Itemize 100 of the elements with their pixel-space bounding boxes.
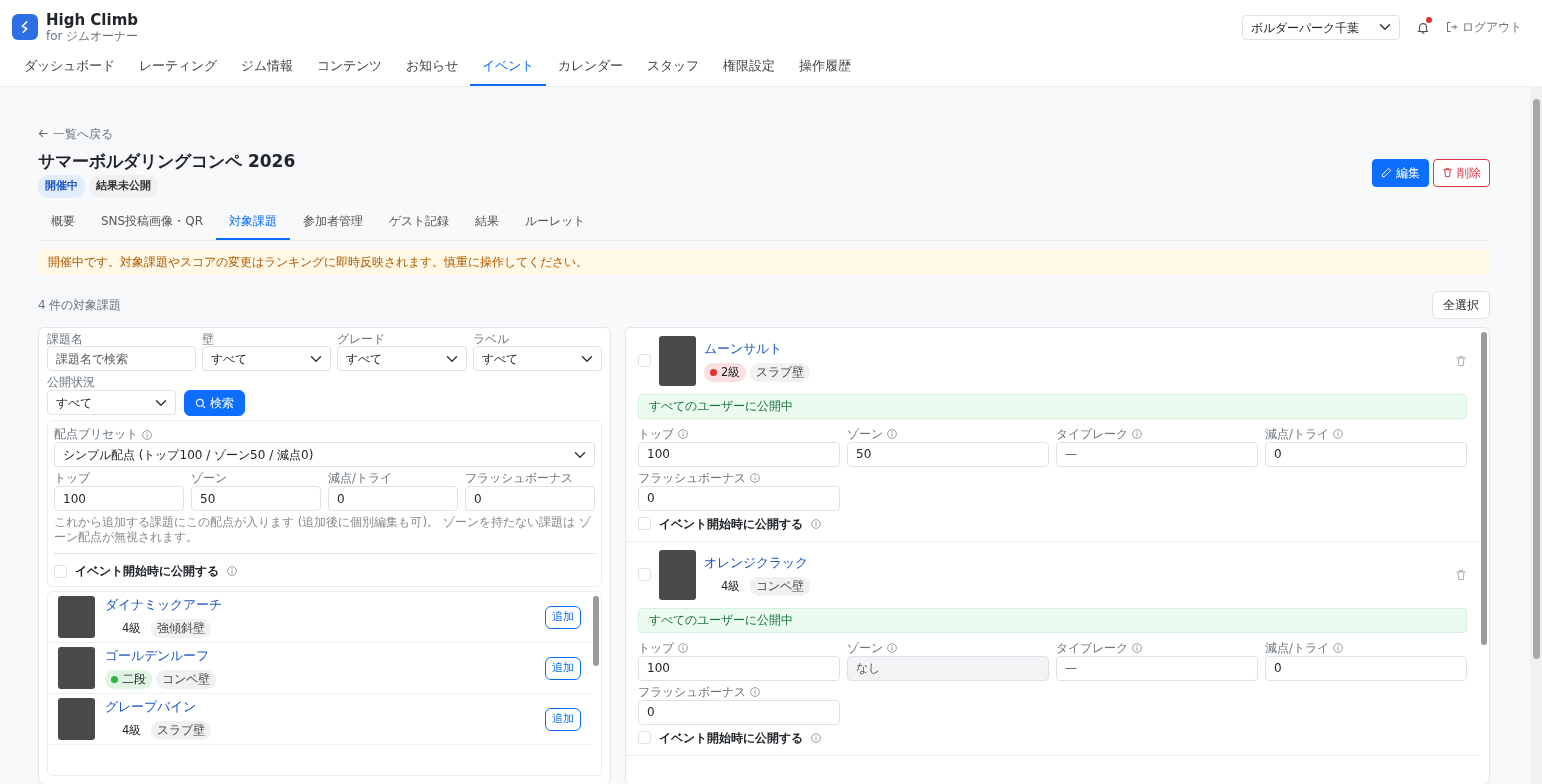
problem-name-link[interactable]: グレープバイン [105,699,196,715]
photo-placeholder [58,647,95,690]
score-field[interactable]: 50 [847,441,1049,467]
checkbox[interactable] [638,517,651,531]
tab[interactable]: ルーレット [512,205,598,240]
score-field[interactable]: 0 [1265,441,1467,467]
score-field[interactable]: — [1056,441,1258,467]
info-icon [1132,643,1142,654]
info-icon [750,687,760,698]
scrollbar-thumb[interactable] [1532,98,1540,659]
nav-tab[interactable]: カレンダー [546,50,635,86]
field-label: ゾーン [191,471,228,487]
trash-icon[interactable] [1455,355,1467,368]
visibility-notice: すべてのユーザーに公開中 [638,393,1467,419]
nav-tab[interactable]: スタッフ [635,50,711,86]
info-icon [1132,429,1142,440]
info-icon [811,732,821,743]
select-all-button[interactable]: 全選択 [1432,290,1490,319]
bell-icon[interactable] [1416,20,1430,35]
app-name: High Climb [46,12,139,29]
checkbox[interactable] [638,354,651,368]
tab[interactable]: 参加者管理 [290,205,376,240]
field-label: ラベル [472,331,510,347]
nav-tab[interactable]: レーティング [127,50,229,86]
tab[interactable]: ゲスト記録 [376,205,462,240]
filter-select[interactable]: すべて [472,346,602,372]
problem-name-link[interactable]: オレンジクラック [704,555,808,571]
tab[interactable]: 対象課題 [216,205,290,240]
score-field[interactable]: 100 [638,441,840,467]
filter-select[interactable]: すべて [47,390,176,416]
status-badge: 結果未公開 [89,175,158,198]
field-label: フラッシュボーナス [638,470,746,486]
nav-tab[interactable]: 操作履歴 [787,50,863,86]
search-field[interactable]: 課題名で検索 [47,346,196,372]
field-label: タイブレーク [1056,426,1128,442]
info-icon [811,518,821,529]
scrollbar-thumb[interactable] [593,596,599,666]
field-label: トップ [638,640,674,656]
score-field[interactable]: 50 [191,486,321,512]
wall-tag: 強傾斜壁 [151,619,212,639]
info-icon [142,429,152,440]
arrow-left-icon [38,128,49,140]
wall-tag: コンペ壁 [750,576,811,597]
grade-label: 4級 [122,620,142,638]
nav-tab[interactable]: イベント [470,50,546,86]
tab[interactable]: SNS投稿画像・QR [88,205,216,240]
tab[interactable]: 概要 [38,205,88,240]
wall-tag: コンペ壁 [156,670,216,690]
pencil-icon [1381,167,1392,179]
problem-count: 4 件の対象課題 [38,296,122,314]
edit-button[interactable]: 編集 [1372,158,1429,187]
gym-select[interactable]: ボルダーパーク千葉 [1242,14,1400,40]
score-field[interactable]: 100 [638,655,840,681]
warning-alert: 開催中です。対象課題やスコアの変更はランキングに即時反映されます。慎重に操作してください。 [38,248,1490,275]
score-field[interactable]: 0 [638,699,840,725]
checkbox-label: イベント開始時に公開する [75,563,219,581]
scrollbar-thumb[interactable] [1481,331,1487,646]
problem-name-link[interactable]: ムーンサルト [704,341,782,357]
score-field[interactable]: 100 [54,486,184,512]
nav-tab[interactable]: 権限設定 [711,50,787,86]
score-field[interactable]: 0 [328,486,458,512]
search-button[interactable]: 検索 [184,390,245,417]
score-field[interactable]: 0 [638,485,840,511]
preset-select[interactable]: シンプル配点 (トップ100 / ゾーン50 / 減点0) [54,442,595,468]
delete-button[interactable]: 削除 [1433,158,1490,187]
logout-link[interactable]: ログアウト [1446,18,1522,37]
field-label: 減点/トライ [328,471,393,487]
back-link[interactable]: 一覧へ戻る [38,124,113,143]
nav-tab[interactable]: ダッシュボード [12,50,127,86]
info-icon [227,566,237,577]
checkbox[interactable] [638,568,651,582]
search-icon [195,397,206,409]
trash-icon[interactable] [1455,569,1467,582]
score-field[interactable]: 0 [465,486,595,512]
info-icon [750,473,760,484]
checkbox[interactable] [54,564,67,578]
nav-tab[interactable]: コンテンツ [305,50,394,86]
score-field[interactable]: — [1056,655,1258,681]
status-badge: 開催中 [38,175,85,198]
field-label: 配点プリセット [54,427,138,443]
tab[interactable]: 結果 [462,205,512,240]
field-label: 公開状況 [47,375,96,391]
filter-select[interactable]: すべて [201,346,332,372]
photo-placeholder [58,698,95,741]
add-button[interactable]: 追加 [545,708,581,731]
problem-name-link[interactable]: ゴールデンルーフ [105,648,209,664]
score-field[interactable]: 0 [1265,655,1467,681]
nav-tab[interactable]: お知らせ [394,50,470,86]
add-button[interactable]: 追加 [545,657,581,680]
help-text: これから追加する課題にこの配点が入ります (追加後に個別編集も可)。 ゾーンを持たない課題は ゾーン配点が無視されます。 [54,515,595,555]
grade-label: 2級 [721,363,741,381]
grade-label: 4級 [721,577,741,595]
add-button[interactable]: 追加 [545,606,581,629]
field-label: トップ [638,426,674,442]
nav-tab[interactable]: ジム情報 [229,50,305,86]
filter-select[interactable]: すべて [337,346,467,372]
photo-placeholder [659,335,696,386]
checkbox[interactable] [638,731,651,745]
problem-name-link[interactable]: ダイナミックアーチ [105,597,222,613]
wall-tag: スラブ壁 [750,362,811,382]
